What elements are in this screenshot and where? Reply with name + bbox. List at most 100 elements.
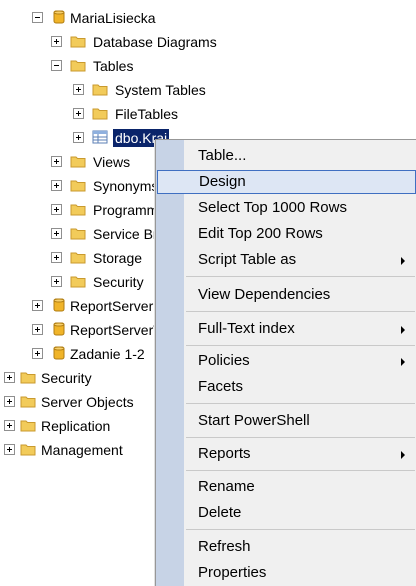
tree-node-tables[interactable]: Tables: [51, 55, 171, 77]
expand-icon[interactable]: [4, 372, 15, 383]
tree-node-label: Server Objects: [41, 394, 134, 410]
tree-node-label: Tables: [93, 58, 134, 74]
folder-icon: [70, 36, 86, 48]
menu-item-reports[interactable]: Reports: [156, 442, 416, 466]
folder-icon: [70, 180, 86, 192]
tree-node-label: Views: [93, 154, 131, 170]
expand-icon[interactable]: [51, 156, 62, 167]
tree-node-filetables[interactable]: FileTables: [73, 103, 203, 125]
menu-separator: [186, 276, 415, 277]
folder-icon: [20, 396, 36, 408]
expand-icon[interactable]: [32, 324, 43, 335]
tree-node-database-diagrams[interactable]: Database Diagrams: [51, 31, 251, 53]
menu-item-design[interactable]: Design: [157, 170, 416, 194]
expand-icon[interactable]: [51, 252, 62, 263]
menu-item-facets[interactable]: Facets: [156, 375, 416, 399]
menu-item-label: Reports: [198, 445, 251, 462]
tree-node-replication[interactable]: Replication: [4, 415, 155, 437]
tree-node-storage[interactable]: Storage: [51, 247, 155, 269]
tree-node-db-security[interactable]: Security: [51, 271, 155, 293]
database-icon: [53, 322, 65, 336]
expand-icon[interactable]: [73, 84, 84, 95]
tree-node-reportserver[interactable]: ReportServer: [32, 295, 155, 317]
folder-icon: [92, 108, 108, 120]
expand-icon[interactable]: [4, 420, 15, 431]
menu-item-refresh[interactable]: Refresh: [156, 535, 416, 559]
menu-item-properties[interactable]: Properties: [156, 561, 416, 585]
menu-separator: [186, 311, 415, 312]
menu-item-label: View Dependencies: [198, 286, 331, 303]
folder-icon: [70, 252, 86, 264]
tree-node-label: Service Broker: [93, 226, 155, 242]
table-icon: [92, 130, 108, 144]
folder-icon: [20, 444, 36, 456]
context-menu: Table... Design Select Top 1000 Rows Edi…: [155, 139, 416, 586]
menu-separator: [186, 345, 415, 346]
menu-item-policies[interactable]: Policies: [156, 349, 416, 373]
menu-item-full-text-index[interactable]: Full-Text index: [156, 317, 416, 341]
folder-icon: [20, 420, 36, 432]
expand-icon[interactable]: [51, 276, 62, 287]
expand-icon[interactable]: [51, 180, 62, 191]
expand-icon[interactable]: [4, 396, 15, 407]
tree-node-dbo-kraj[interactable]: dbo.Kraj: [73, 127, 170, 149]
menu-item-label: Properties: [198, 564, 267, 581]
submenu-arrow-icon: [401, 358, 405, 366]
menu-item-label: Facets: [198, 378, 244, 395]
menu-item-start-powershell[interactable]: Start PowerShell: [156, 409, 416, 433]
menu-item-rename[interactable]: Rename: [156, 475, 416, 499]
expand-icon[interactable]: [51, 228, 62, 239]
menu-item-edit-top-200-rows[interactable]: Edit Top 200 Rows: [156, 222, 416, 246]
tree-node-zadanie[interactable]: Zadanie 1-2: [32, 343, 155, 365]
menu-item-label: Table...: [198, 147, 247, 164]
menu-item-label: Policies: [198, 352, 250, 369]
tree-node-reportservertempdb[interactable]: ReportServerTempDB: [32, 319, 155, 341]
folder-icon: [70, 228, 86, 240]
menu-item-select-top-1000-rows[interactable]: Select Top 1000 Rows: [156, 196, 416, 220]
folder-icon: [70, 156, 86, 168]
collapse-icon[interactable]: [51, 60, 62, 71]
database-icon: [53, 346, 65, 360]
folder-icon: [70, 60, 86, 72]
tree-node-marialisiecka[interactable]: MariaLisiecka: [32, 7, 192, 29]
menu-item-label: Delete: [198, 504, 242, 521]
database-icon: [53, 298, 65, 312]
submenu-arrow-icon: [401, 451, 405, 459]
tree-node-label: Zadanie 1-2: [70, 346, 145, 362]
folder-icon: [70, 204, 86, 216]
expand-icon[interactable]: [73, 108, 84, 119]
tree-node-server-objects[interactable]: Server Objects: [4, 391, 155, 413]
submenu-arrow-icon: [401, 257, 405, 265]
menu-item-delete[interactable]: Delete: [156, 501, 416, 525]
folder-icon: [20, 372, 36, 384]
menu-item-label: Start PowerShell: [198, 412, 310, 429]
expand-icon[interactable]: [32, 348, 43, 359]
menu-separator: [186, 437, 415, 438]
tree-node-label: Management: [41, 442, 123, 458]
menu-item-label: Rename: [198, 478, 255, 495]
tree-node-system-tables[interactable]: System Tables: [73, 79, 243, 101]
tree-node-service-broker[interactable]: Service Broker: [51, 223, 155, 245]
menu-item-view-dependencies[interactable]: View Dependencies: [156, 283, 416, 307]
tree-node-label: Storage: [93, 250, 143, 266]
submenu-arrow-icon: [401, 326, 405, 334]
tree-node-label: Database Diagrams: [93, 34, 217, 50]
tree-node-views[interactable]: Views: [51, 151, 155, 173]
tree-node-label: ReportServer: [70, 298, 154, 314]
collapse-icon[interactable]: [32, 12, 43, 23]
database-icon: [53, 10, 65, 24]
expand-icon[interactable]: [32, 300, 43, 311]
expand-icon[interactable]: [51, 204, 62, 215]
expand-icon[interactable]: [51, 36, 62, 47]
tree-node-label: Security: [41, 370, 92, 386]
tree-node-server-security[interactable]: Security: [4, 367, 155, 389]
expand-icon[interactable]: [4, 444, 15, 455]
menu-item-table[interactable]: Table...: [156, 144, 416, 168]
tree-node-programmability[interactable]: Programmability: [51, 199, 155, 221]
menu-separator: [186, 403, 415, 404]
menu-item-label: Refresh: [198, 538, 251, 555]
tree-node-synonyms[interactable]: Synonyms: [51, 175, 155, 197]
menu-item-script-table-as[interactable]: Script Table as: [156, 248, 416, 272]
expand-icon[interactable]: [73, 132, 84, 143]
tree-node-management[interactable]: Management: [4, 439, 155, 461]
